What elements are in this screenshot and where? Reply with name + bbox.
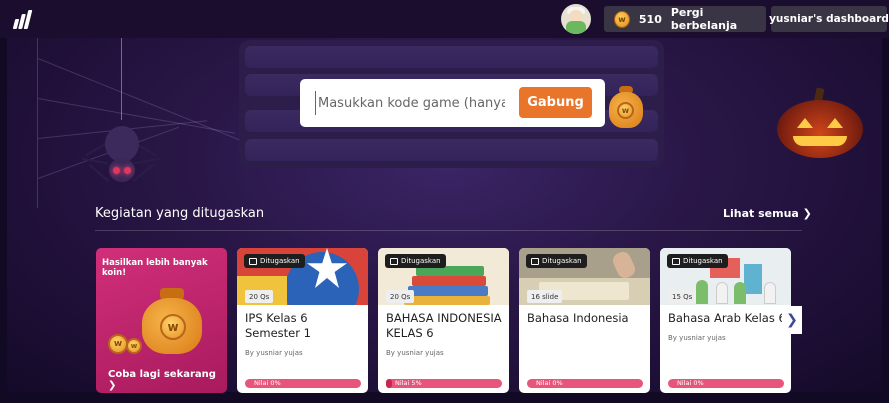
coin-icon: w	[614, 10, 630, 28]
join-game-box: Gabung	[300, 79, 605, 127]
shop-button[interactable]: w 510 Pergi berbelanja	[604, 6, 766, 32]
top-bar: w 510 Pergi berbelanja yusniar's dashboa…	[0, 0, 889, 38]
coin-bag-icon: w	[607, 82, 645, 128]
assigned-section-title: Kegiatan yang ditugaskan	[95, 206, 265, 221]
assignment-icon	[531, 257, 539, 265]
assignment-icon	[390, 257, 398, 265]
coin-count: 510	[638, 12, 662, 26]
user-avatar[interactable]	[561, 4, 591, 34]
assigned-badge: Ditugaskan	[526, 254, 587, 268]
coin-icon: w	[126, 338, 142, 354]
dashboard-button[interactable]: yusniar's dashboard	[769, 6, 889, 32]
activity-card[interactable]: Ditugaskan 20 Qs IPS Kelas 6 Semester 1 …	[237, 248, 368, 393]
section-divider	[95, 230, 802, 231]
promo-cta[interactable]: Coba lagi sekarang ❯	[108, 369, 227, 391]
game-code-input[interactable]	[315, 91, 505, 115]
card-title: BAHASA INDONESIA KELAS 6	[386, 311, 502, 340]
shop-label: Pergi berbelanja	[670, 6, 738, 32]
grade-bar: Nilai 0%	[245, 379, 361, 388]
spider-decoration	[82, 38, 160, 188]
wayground-logo-icon[interactable]	[12, 9, 40, 29]
slide-count: 16 slide	[527, 290, 563, 303]
join-button[interactable]: Gabung	[519, 87, 592, 118]
card-title: IPS Kelas 6 Semester 1	[245, 311, 311, 340]
coin-icon: w	[108, 334, 128, 354]
pumpkin-decoration	[777, 87, 863, 158]
grade-bar: Nilai 0%	[527, 379, 643, 388]
assignment-icon	[249, 257, 257, 265]
assigned-badge: Ditugaskan	[244, 254, 305, 268]
card-author: By yusniar yujas	[386, 349, 444, 357]
question-count: 20 Qs	[386, 290, 415, 303]
grade-bar: Nilai 5%	[386, 379, 502, 388]
assigned-badge: Ditugaskan	[385, 254, 446, 268]
card-title: Bahasa Arab Kelas 6	[668, 311, 786, 325]
grade-bar: Nilai 0%	[668, 379, 784, 388]
assignment-icon	[672, 257, 680, 265]
promo-card[interactable]: Hasilkan lebih banyak koin! w w w Coba l…	[96, 248, 227, 393]
assigned-badge: Ditugaskan	[667, 254, 728, 268]
activity-card[interactable]: Ditugaskan 20 Qs BAHASA INDONESIA KELAS …	[378, 248, 509, 393]
see-all-link[interactable]: Lihat semua ❯	[723, 207, 812, 220]
promo-title: Hasilkan lebih banyak koin!	[102, 258, 208, 278]
activity-card[interactable]: Ditugaskan 16 slide Bahasa Indonesia Nil…	[519, 248, 650, 393]
coin-bag-icon: w	[140, 284, 204, 354]
card-author: By yusniar yujas	[245, 349, 303, 357]
next-arrow-icon[interactable]: ❯	[782, 306, 802, 334]
question-count: 20 Qs	[245, 290, 274, 303]
question-count: 15 Qs	[668, 290, 697, 303]
activity-card[interactable]: Ditugaskan 15 Qs Bahasa Arab Kelas 6 By …	[660, 248, 791, 393]
card-title: Bahasa Indonesia	[527, 311, 629, 325]
card-author: By yusniar yujas	[668, 334, 726, 342]
